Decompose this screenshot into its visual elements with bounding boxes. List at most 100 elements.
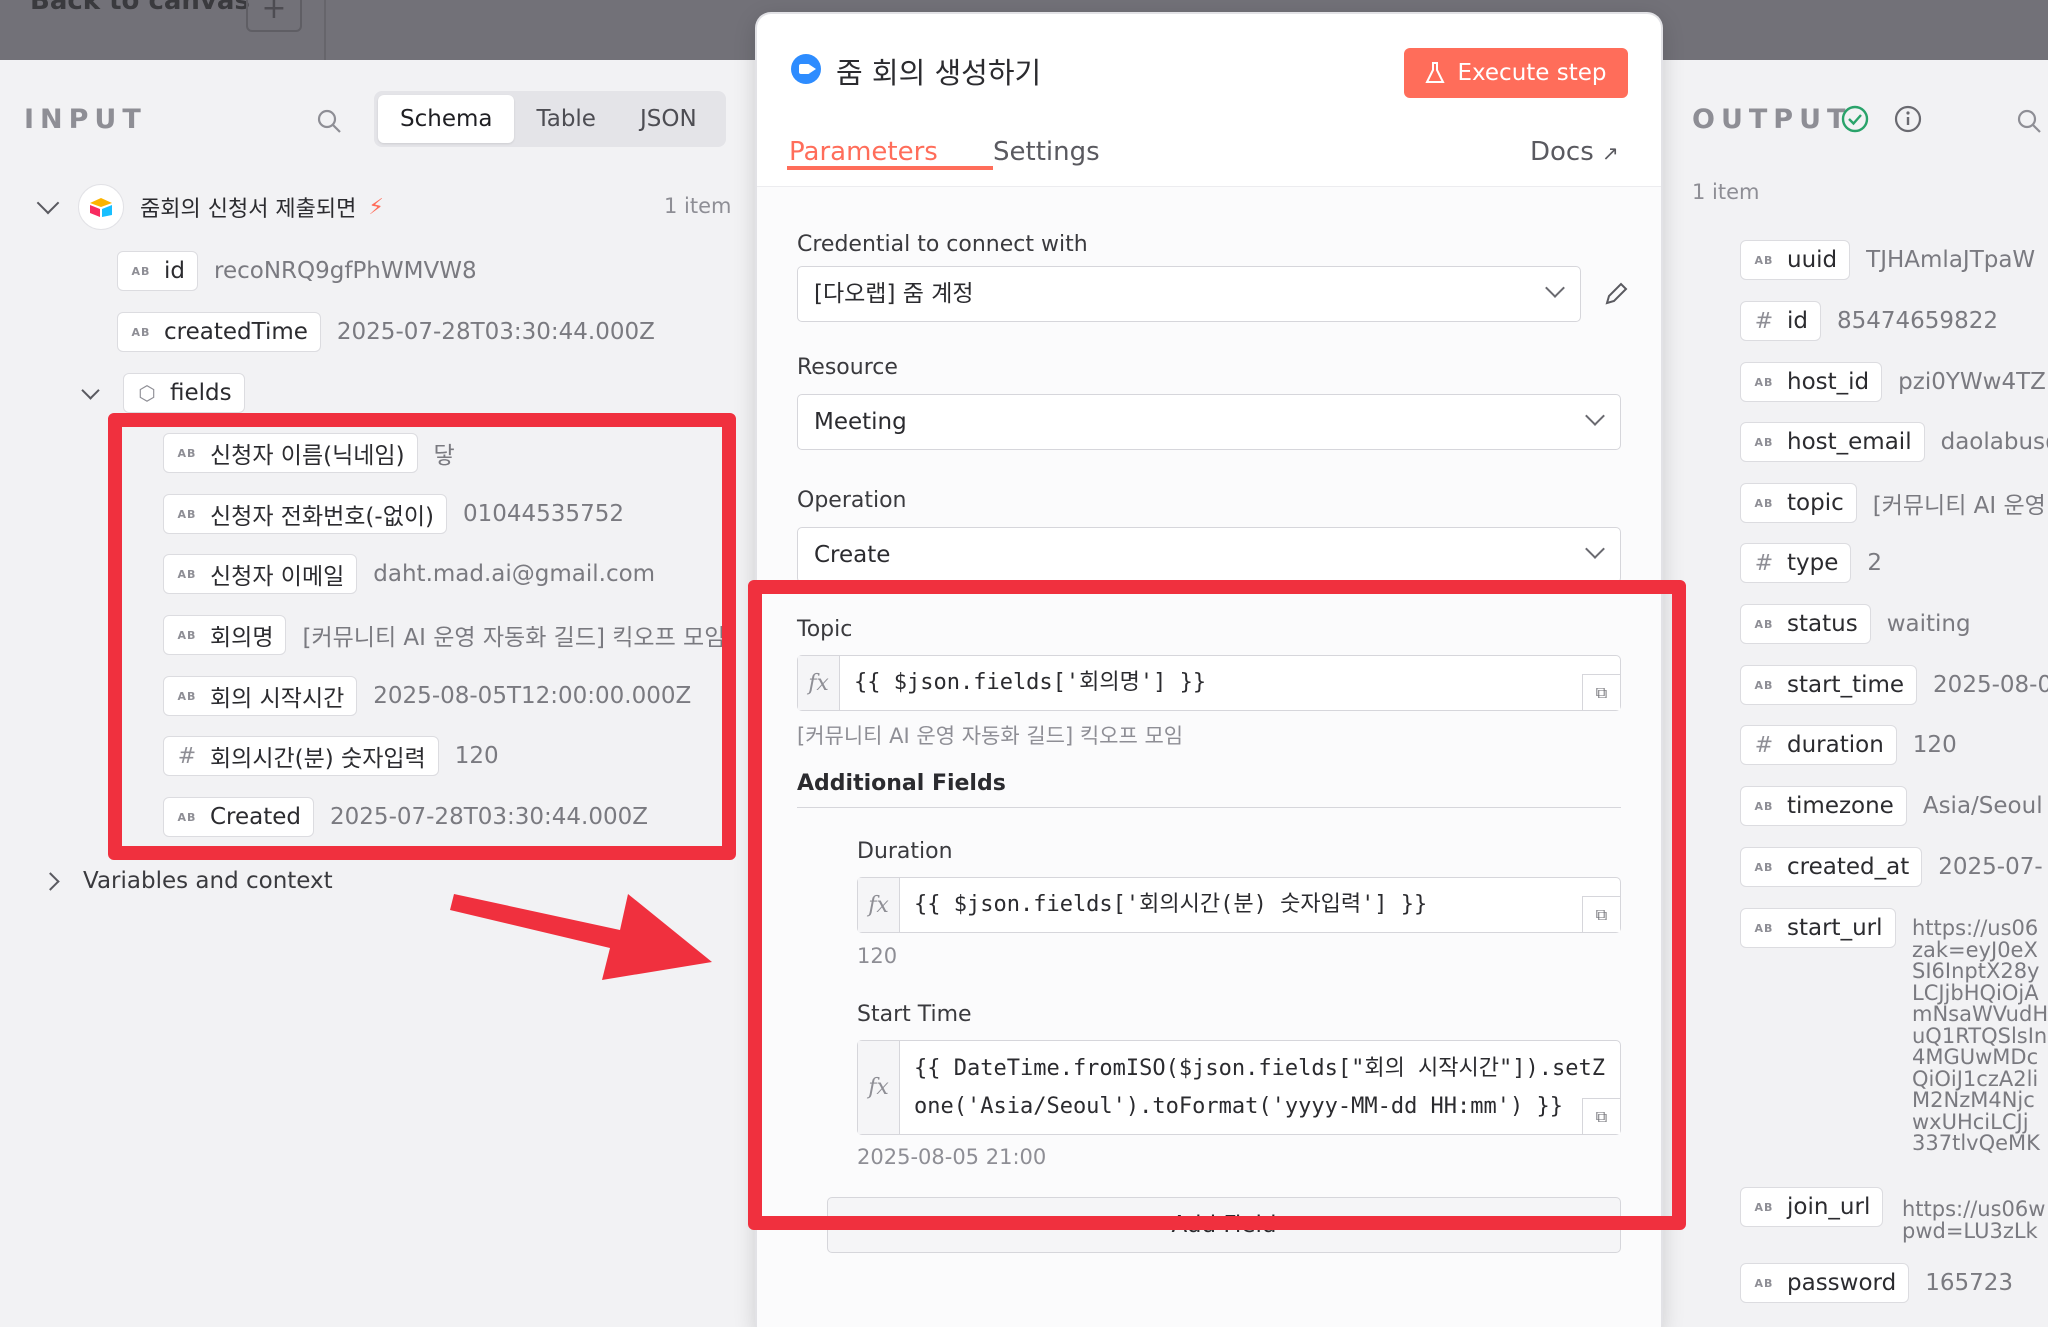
field-value: daolabus@ [1940, 429, 2048, 455]
info-icon[interactable] [1893, 104, 1923, 134]
output-panel: OUTPUT 1 item AB uuid TJHAmlaJTpaW # id 85… [1660, 60, 2048, 1327]
field-value: recoNRQ9gfPhWMVW8 [214, 258, 477, 284]
string-type-icon: AB [131, 264, 151, 278]
group-key: fields [170, 380, 232, 406]
chevron-right-icon[interactable] [41, 871, 60, 891]
output-field-row: AB host_email daolabus@ [1740, 422, 2048, 462]
field-key: password [1787, 1270, 1897, 1296]
field-key: start_time [1787, 672, 1905, 698]
input-item-count: 1 item [664, 194, 732, 218]
output-title: OUTPUT [1692, 104, 1852, 135]
tab-settings[interactable]: Settings [993, 137, 1100, 167]
number-type-icon: # [1754, 732, 1774, 758]
start-url-value: https://us06 zak=eyJ0eX SI6InptX28y LCJj… [1912, 916, 2048, 1155]
string-type-icon: AB [1754, 617, 1774, 631]
operation-select[interactable]: Create [797, 527, 1621, 583]
object-type-icon: ⬡ [138, 381, 156, 405]
output-field-row: # type 2 [1740, 543, 1882, 583]
tab-schema[interactable]: Schema [378, 95, 515, 143]
string-type-icon: AB [1754, 435, 1774, 449]
field-value: Asia/Seoul [1922, 793, 2043, 819]
node-tabs: Parameters Settings Docs ↗ [757, 109, 1661, 187]
credential-label: Credential to connect with [797, 232, 1088, 257]
field-value: 165723 [1925, 1270, 2014, 1296]
node-title[interactable]: 줌 회의 생성하기 [836, 50, 1041, 92]
input-node-name: 줌회의 신청서 제출되면 [140, 197, 357, 222]
tab-table[interactable]: Table [514, 95, 617, 143]
input-node-row[interactable]: 줌회의 신청서 제출되면 ⚡ [36, 184, 384, 230]
airtable-icon [78, 184, 124, 230]
docs-link[interactable]: Docs ↗ [1530, 137, 1619, 167]
variables-context-row[interactable]: Variables and context [41, 868, 333, 894]
field-key: id [1787, 308, 1808, 334]
search-icon[interactable] [316, 108, 342, 134]
flask-icon [1425, 62, 1446, 83]
output-field-row: # id 85474659822 [1740, 301, 1998, 341]
add-node-button[interactable]: + [246, 0, 302, 32]
field-key: id [164, 258, 185, 284]
output-field-row: AB uuid TJHAmlaJTpaW [1740, 240, 2035, 280]
chevron-down-icon[interactable] [36, 191, 60, 215]
number-type-icon: # [1754, 550, 1774, 576]
search-icon[interactable] [2016, 108, 2042, 134]
field-key: uuid [1787, 247, 1838, 273]
output-field-row: # duration 120 [1740, 725, 1957, 765]
output-field-row: AB start_time 2025-08-0 [1740, 665, 2048, 705]
operation-label: Operation [797, 488, 907, 513]
string-type-icon: AB [1754, 860, 1774, 874]
chevron-down-icon [1585, 406, 1605, 426]
field-value: waiting [1886, 611, 1971, 637]
string-type-icon: AB [1754, 253, 1774, 267]
field-row: AB id recoNRQ9gfPhWMVW8 [117, 251, 477, 291]
output-field-row: AB status waiting [1740, 604, 1971, 644]
string-type-icon: AB [1754, 1276, 1774, 1290]
string-type-icon: AB [1754, 921, 1774, 935]
chevron-down-icon [1585, 539, 1605, 559]
variables-context-label: Variables and context [83, 868, 333, 894]
annotation-box-input-fields [108, 413, 736, 860]
resource-label: Resource [797, 355, 898, 380]
field-value: pzi0YWw4TZ [1898, 369, 2046, 395]
field-key: duration [1787, 732, 1884, 758]
string-type-icon: AB [1754, 799, 1774, 813]
field-key: createdTime [164, 319, 308, 345]
topbar-divider [324, 0, 326, 62]
fields-group-row[interactable]: ⬡ fields [81, 373, 245, 413]
chevron-down-icon [1545, 278, 1565, 298]
output-field-row: AB topic [커뮤니티 AI 운영 [1740, 483, 2046, 523]
output-field-row: AB password 165723 [1740, 1263, 2013, 1303]
start-url-key: AB start_url [1740, 908, 1896, 948]
field-key: host_id [1787, 369, 1870, 395]
trigger-bolt-icon: ⚡ [368, 194, 384, 220]
output-field-row: AB created_at 2025-07- [1740, 847, 2043, 887]
execute-step-button[interactable]: Execute step [1404, 48, 1628, 98]
field-value: 2025-08-0 [1933, 672, 2048, 698]
field-value: 2025-07-28T03:30:44.000Z [336, 319, 655, 345]
tab-parameters[interactable]: Parameters [789, 137, 938, 167]
annotation-arrow-icon [450, 894, 712, 980]
field-value: TJHAmlaJTpaW [1866, 247, 2036, 273]
field-key: topic [1787, 490, 1844, 516]
chevron-down-icon[interactable] [81, 380, 100, 400]
tab-json[interactable]: JSON [618, 95, 719, 143]
active-tab-indicator [787, 166, 993, 170]
field-key: status [1787, 611, 1858, 637]
resource-select[interactable]: Meeting [797, 394, 1621, 450]
field-value: 2 [1867, 550, 1883, 576]
string-type-icon: AB [1754, 375, 1774, 389]
output-field-row: AB timezone Asia/Seoul [1740, 786, 2043, 826]
field-value: 120 [1912, 732, 1957, 758]
credential-select[interactable]: [다오랩] 줌 계정 [797, 266, 1581, 322]
field-value: 85474659822 [1837, 308, 1998, 334]
string-type-icon: AB [131, 325, 151, 339]
string-type-icon: AB [1754, 496, 1774, 510]
join-url-value: https://us06w pwd=LU3zLk [1902, 1197, 2046, 1243]
pencil-icon[interactable] [1601, 279, 1631, 309]
success-check-icon [1841, 105, 1869, 133]
zoom-video-icon [791, 54, 821, 84]
view-tabs: Schema Table JSON [374, 91, 726, 147]
output-field-row: AB host_id pzi0YWw4TZ [1740, 362, 2046, 402]
field-key: timezone [1787, 793, 1894, 819]
back-to-canvas-link[interactable]: Back to canvas [30, 0, 250, 16]
field-key: host_email [1787, 429, 1912, 455]
